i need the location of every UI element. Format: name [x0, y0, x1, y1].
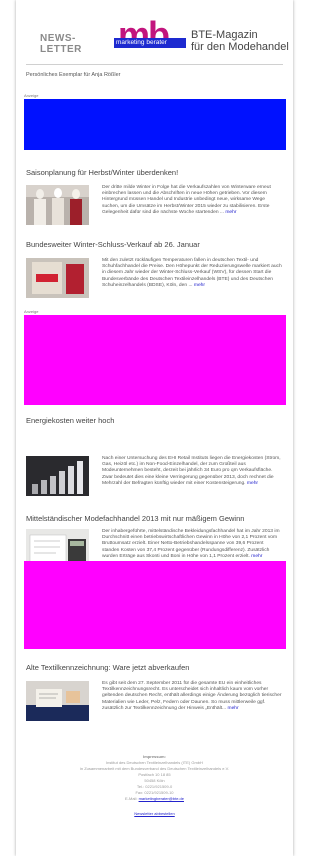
article-title[interactable]: Saisonplanung für Herbst/Winter überdenk… — [26, 168, 178, 177]
article-more-link[interactable]: mehr — [225, 210, 236, 215]
article-more-link[interactable]: mehr — [228, 706, 239, 711]
unsubscribe-link[interactable]: Newsletter abbestellen — [134, 811, 174, 816]
impressum-line: 50458 Köln — [144, 778, 165, 783]
article-title[interactable]: Bundesweiter Winter-Schluss-Verkauf ab 2… — [26, 240, 200, 249]
article-teaser: Der dritte milde Winter in Folge hat die… — [102, 185, 282, 216]
article-title[interactable]: Energiekosten weiter hoch — [26, 416, 114, 425]
article-image-label[interactable] — [26, 681, 89, 721]
impressum-line: Fax: 0221/921509-10 — [135, 790, 174, 795]
newsletter-page: NEWS- LETTER mb marketing berater BTE-Ma… — [16, 0, 293, 856]
impressum-heading: Impressum: — [143, 754, 166, 759]
ad-banner-bottom[interactable] — [24, 561, 286, 649]
article-more-link[interactable]: mehr — [247, 481, 258, 486]
personal-copy-note: Persönliches Exemplar für Anja Rößler — [26, 72, 121, 78]
unsubscribe-line: Newsletter abbestellen — [16, 811, 293, 816]
marketing-berater-logo[interactable]: mb marketing berater — [114, 14, 186, 60]
impressum-line: Tel.: 0221/921509-0 — [136, 784, 173, 789]
magazine-title-line1: BTE-Magazin — [191, 29, 258, 41]
impressum-line: Institut des Deutschen Textileinzelhande… — [106, 760, 203, 765]
newsletter-label-line1: NEWS- — [40, 33, 76, 44]
article-more-link[interactable]: mehr — [194, 283, 205, 288]
impressum-line: Postfach 10 18 85 — [138, 772, 171, 777]
article-teaser: Der inhabergeführte, mittelständische Be… — [102, 529, 282, 560]
newsletter-label-line2: LETTER — [40, 44, 82, 55]
header-divider — [26, 64, 283, 65]
impressum-line: in Zusammenarbeit mit dem Bundesverband … — [80, 766, 229, 771]
impressum-email-link[interactable]: marketingberater@bte.de — [139, 796, 184, 801]
article-teaser-text: Es gibt seit dem 27. September 2011 für … — [102, 681, 282, 711]
ad-label: Anzeige — [24, 93, 39, 98]
impressum-email-line: E-Mail: marketingberater@bte.de — [16, 796, 293, 801]
magazine-title: BTE-Magazin für den Modehandel — [191, 29, 289, 53]
article-title[interactable]: Alte Textilkennzeichnung: Ware jetzt abv… — [26, 663, 189, 672]
logo-mb-letters: mb — [118, 14, 170, 55]
article-more-link[interactable]: mehr — [251, 554, 262, 559]
logo-band: marketing berater — [114, 38, 186, 48]
article-teaser: Es gibt seit dem 27. September 2011 für … — [102, 681, 282, 712]
article-title[interactable]: Mittelständischer Modefachhandel 2013 mi… — [26, 514, 244, 523]
ad-banner-top[interactable] — [24, 99, 286, 150]
article-image-sale[interactable] — [26, 258, 89, 298]
article-image-coins[interactable] — [26, 456, 89, 496]
ad-label: Anzeige — [24, 309, 39, 314]
article-image-mannequins[interactable] — [26, 185, 89, 225]
magazine-title-line2: für den Modehandel — [191, 41, 289, 53]
article-teaser: Mit den zuletzt rückläufigen Temperature… — [102, 258, 282, 289]
logo-band-text: marketing berater — [116, 39, 167, 46]
ad-banner-middle[interactable] — [24, 315, 286, 405]
article-teaser: Nach einer Untersuchung des EHI Retail I… — [102, 456, 282, 487]
impressum-email-prefix: E-Mail: — [125, 796, 139, 801]
newsletter-header: NEWS- LETTER mb marketing berater BTE-Ma… — [16, 0, 293, 70]
article-teaser-text: Mit den zuletzt rückläufigen Temperature… — [102, 258, 282, 288]
article-teaser-text: Der dritte milde Winter in Folge hat die… — [102, 185, 271, 215]
newsletter-label: NEWS- LETTER — [40, 33, 82, 55]
